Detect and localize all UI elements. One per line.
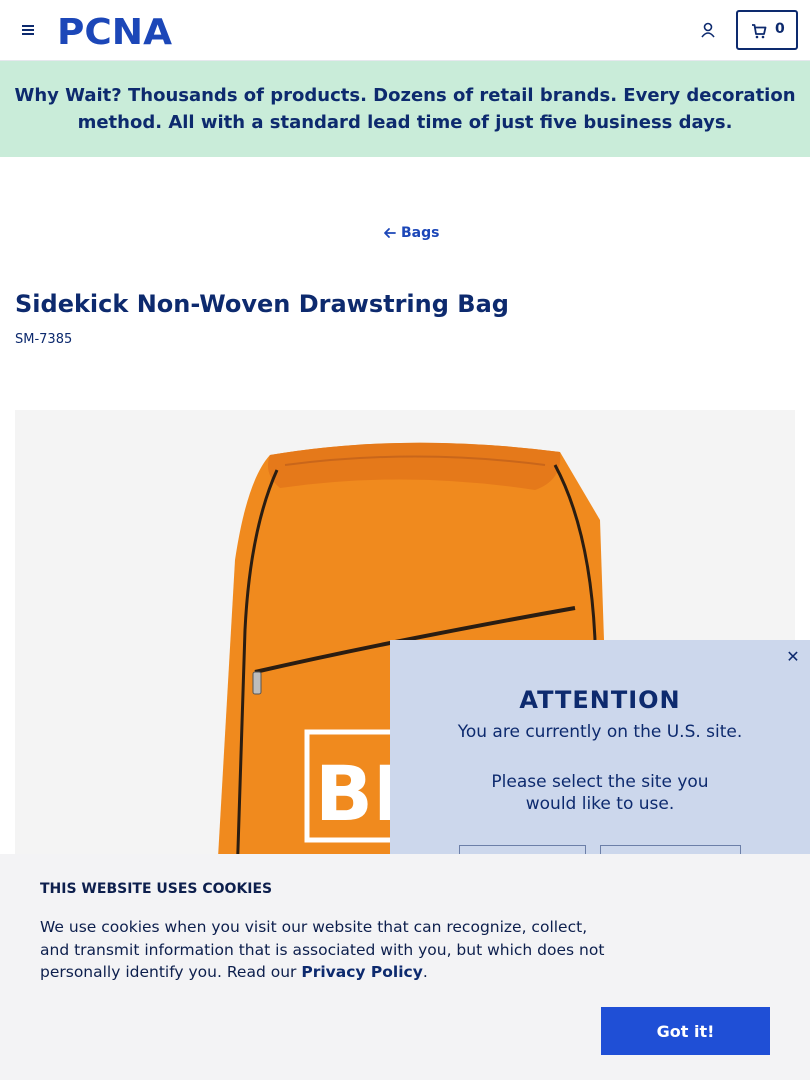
breadcrumb-back-link[interactable]: Bags — [383, 225, 439, 241]
privacy-policy-link[interactable]: Privacy Policy — [301, 963, 423, 981]
product-title: Sidekick Non-Woven Drawstring Bag — [15, 290, 509, 318]
site-selection-modal — [390, 640, 810, 880]
breadcrumb-label: Bags — [401, 225, 440, 241]
promo-text: Why Wait? Thousands of products. Dozens … — [14, 85, 796, 133]
cookie-message: We use cookies when you visit our websit… — [40, 916, 610, 984]
cart-count: 0 — [775, 21, 785, 37]
modal-heading: ATTENTION — [519, 686, 681, 714]
site-header: PCNA 0 — [0, 0, 810, 61]
arrow-left-icon — [384, 228, 396, 238]
pcna-logo[interactable]: PCNA — [57, 13, 177, 47]
menu-icon[interactable] — [20, 21, 36, 39]
cookie-body-end: . — [422, 963, 428, 981]
modal-current-site-text: You are currently on the U.S. site. — [457, 722, 743, 742]
cart-icon — [752, 24, 767, 39]
close-icon[interactable]: ✕ — [785, 648, 801, 666]
product-sku: SM-7385 — [15, 332, 73, 347]
logo-text: PCNA — [57, 13, 172, 47]
cookie-heading: THIS WEBSITE USES COOKIES — [40, 881, 273, 897]
cart-button[interactable]: 0 — [736, 10, 798, 50]
promo-banner: Why Wait? Thousands of products. Dozens … — [0, 61, 810, 157]
modal-select-site-text: Please select the site you would like to… — [491, 772, 709, 814]
user-icon[interactable] — [698, 20, 718, 40]
zipper-pull — [252, 671, 262, 695]
accept-cookies-button[interactable]: Got it! — [601, 1007, 770, 1055]
